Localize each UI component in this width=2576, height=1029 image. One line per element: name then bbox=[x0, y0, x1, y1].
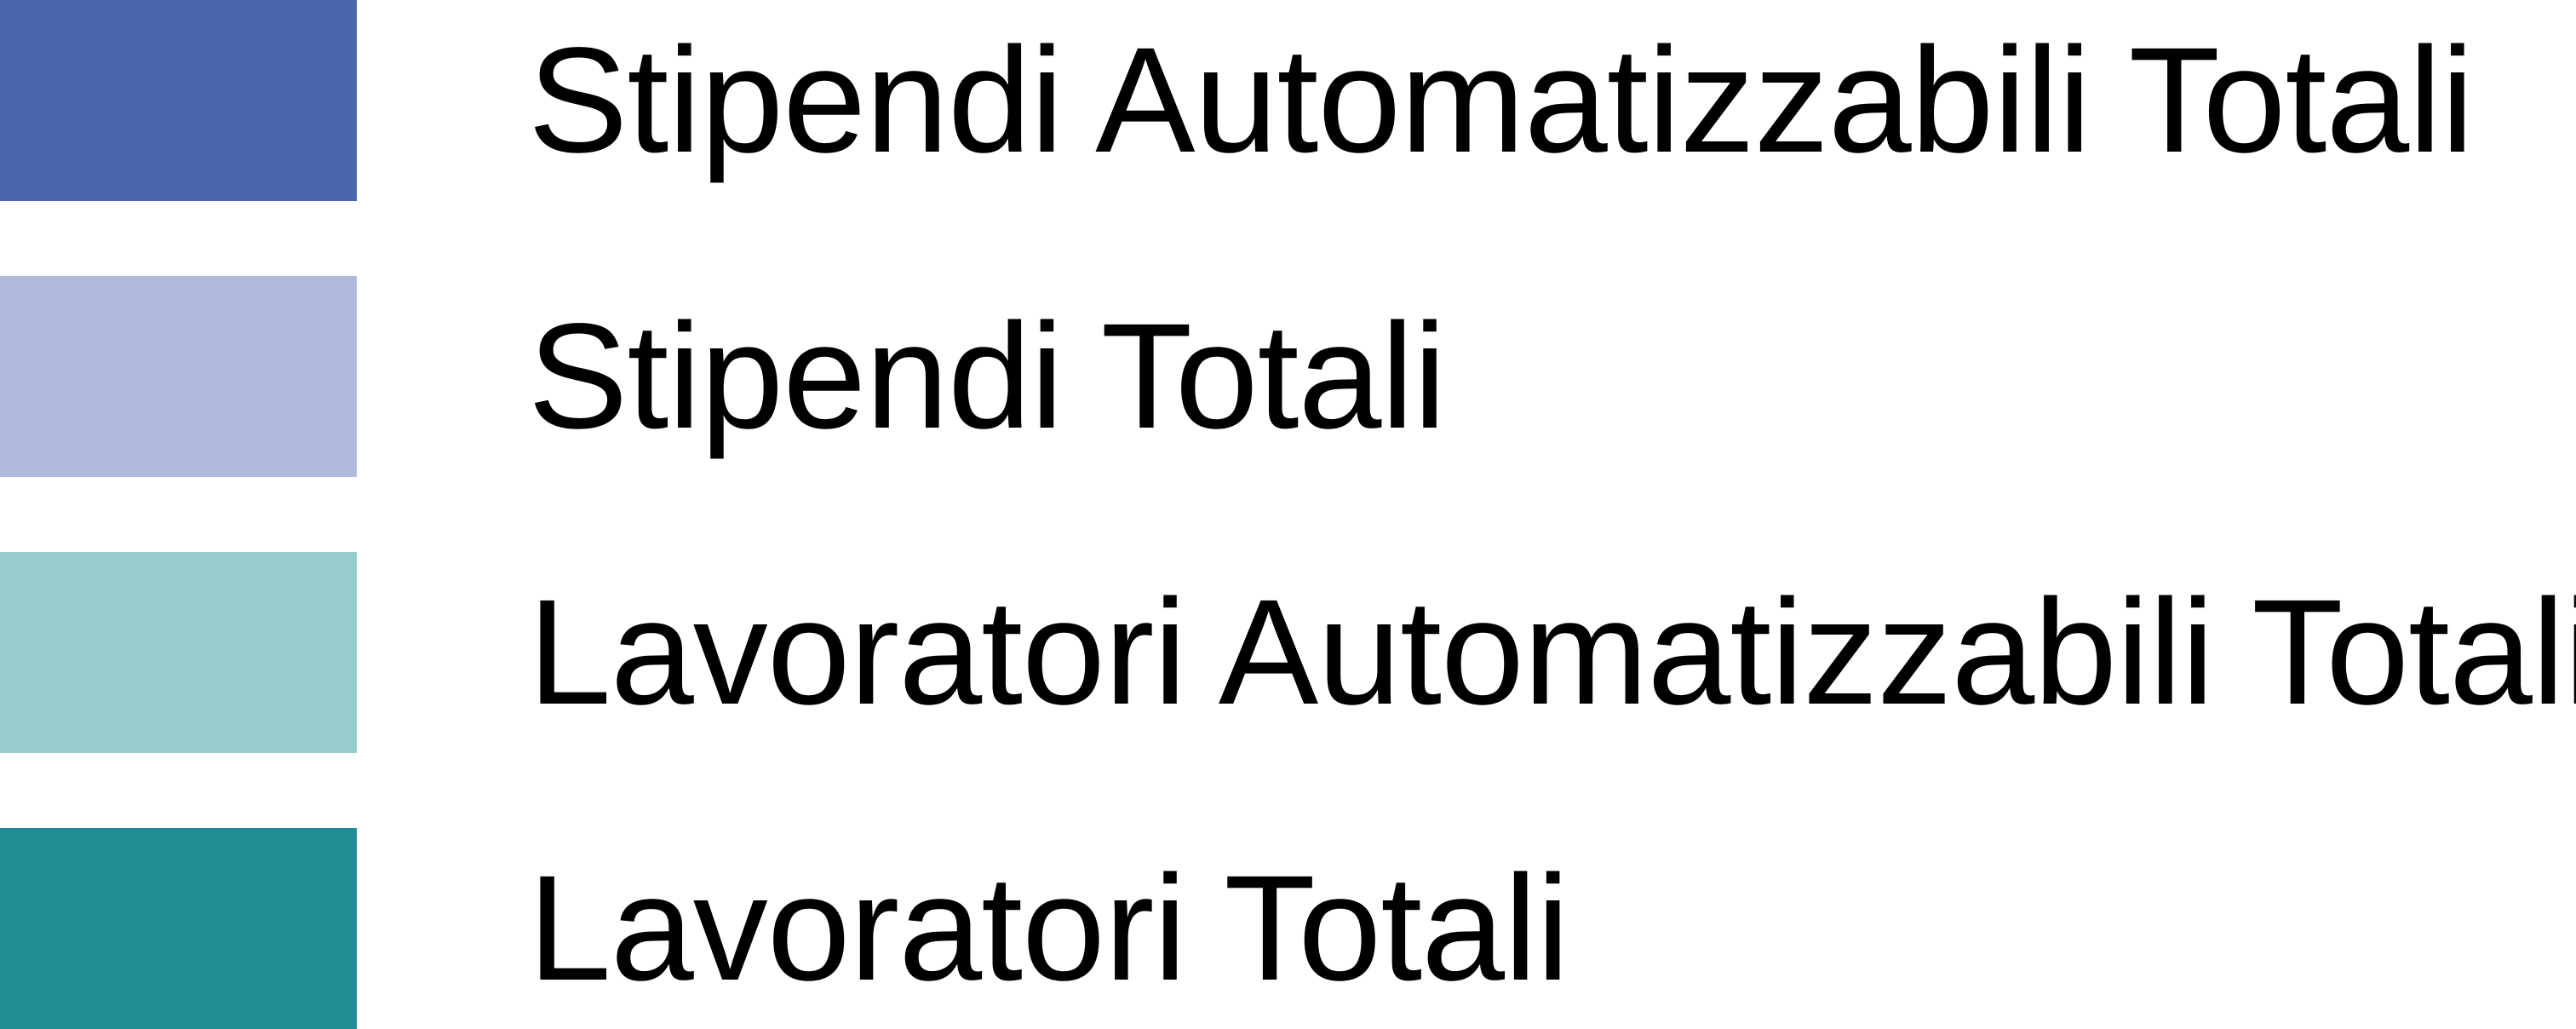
legend-item-stipendi-automatizzabili-totali: Stipendi Automatizzabili Totali bbox=[0, 0, 2576, 201]
legend-swatch bbox=[0, 828, 357, 1029]
legend-item-stipendi-totali: Stipendi Totali bbox=[0, 276, 2576, 477]
legend-swatch bbox=[0, 0, 357, 201]
chart-legend: Stipendi Automatizzabili Totali Stipendi… bbox=[0, 0, 2576, 1029]
legend-swatch bbox=[0, 552, 357, 753]
legend-label: Stipendi Totali bbox=[528, 293, 1447, 460]
legend-item-lavoratori-totali: Lavoratori Totali bbox=[0, 828, 2576, 1029]
legend-swatch bbox=[0, 276, 357, 477]
legend-label: Lavoratori Automatizzabili Totali bbox=[528, 569, 2576, 736]
legend-label: Stipendi Automatizzabili Totali bbox=[528, 17, 2474, 184]
legend-item-lavoratori-automatizzabili-totali: Lavoratori Automatizzabili Totali bbox=[0, 552, 2576, 753]
legend-label: Lavoratori Totali bbox=[528, 845, 1569, 1012]
